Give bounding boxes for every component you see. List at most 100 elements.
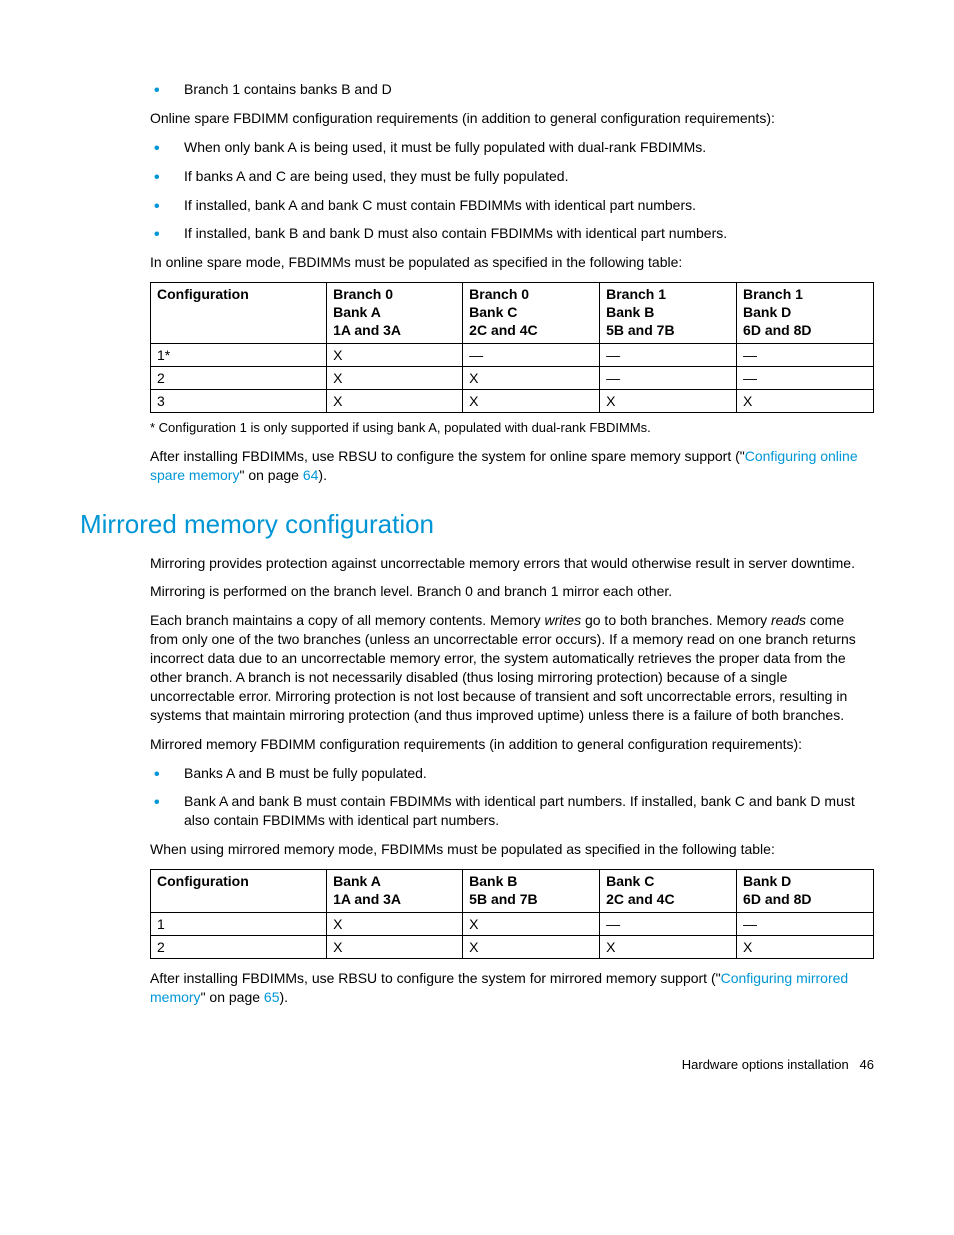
header-line: Bank B: [606, 304, 730, 320]
italic-text: writes: [545, 612, 582, 628]
list-item: Banks A and B must be fully populated.: [150, 764, 874, 783]
bullet-list: Branch 1 contains banks B and D: [150, 80, 874, 99]
header-line: Branch 0: [469, 286, 593, 302]
document-page: Branch 1 contains banks B and D Online s…: [0, 0, 954, 1112]
list-item: If installed, bank B and bank D must als…: [150, 224, 874, 243]
table-cell: —: [600, 913, 737, 936]
list-item: If installed, bank A and bank C must con…: [150, 196, 874, 215]
table-cell: X: [327, 344, 463, 367]
header-line: Bank B: [469, 873, 593, 889]
table-cell: X: [463, 913, 600, 936]
text: After installing FBDIMMs, use RBSU to co…: [150, 970, 721, 986]
footer-section-text: Hardware options installation: [682, 1057, 849, 1072]
table-cell: X: [463, 936, 600, 959]
table-cell: —: [737, 344, 874, 367]
table-cell: X: [463, 367, 600, 390]
header-line: Bank A: [333, 304, 456, 320]
table-cell: 2: [151, 936, 327, 959]
paragraph: When using mirrored memory mode, FBDIMMs…: [150, 840, 874, 859]
paragraph: After installing FBDIMMs, use RBSU to co…: [150, 969, 874, 1007]
paragraph: Each branch maintains a copy of all memo…: [150, 611, 874, 724]
table-cell: X: [327, 936, 463, 959]
table-cell: X: [737, 390, 874, 413]
list-item: When only bank A is being used, it must …: [150, 138, 874, 157]
table-header: Configuration: [151, 870, 327, 913]
table-cell: X: [737, 936, 874, 959]
header-line: 2C and 4C: [469, 322, 593, 338]
header-line: Branch 1: [743, 286, 867, 302]
table-header: Branch 0 Bank A 1A and 3A: [327, 283, 463, 344]
list-item: If banks A and C are being used, they mu…: [150, 167, 874, 186]
text: Each branch maintains a copy of all memo…: [150, 612, 545, 628]
table-cell: 3: [151, 390, 327, 413]
text: ).: [280, 989, 289, 1005]
header-line: 2C and 4C: [606, 891, 730, 907]
page-footer: Hardware options installation 46: [80, 1057, 874, 1072]
table-header: Bank B 5B and 7B: [463, 870, 600, 913]
header-line: Bank D: [743, 304, 867, 320]
paragraph: Mirrored memory FBDIMM configuration req…: [150, 735, 874, 754]
table-note: * Configuration 1 is only supported if u…: [150, 419, 874, 437]
table-row: 3 X X X X: [151, 390, 874, 413]
paragraph: Mirroring provides protection against un…: [150, 554, 874, 573]
text: " on page: [239, 467, 302, 483]
online-spare-table: Configuration Branch 0 Bank A 1A and 3A …: [150, 282, 874, 413]
table-row: 1 X X — —: [151, 913, 874, 936]
header-line: Branch 0: [333, 286, 456, 302]
page-ref-link[interactable]: 64: [303, 467, 319, 483]
header-line: Branch 1: [606, 286, 730, 302]
table-cell: —: [737, 913, 874, 936]
table-row: 1* X — — —: [151, 344, 874, 367]
table-header: Configuration: [151, 283, 327, 344]
page-ref-link[interactable]: 65: [264, 989, 280, 1005]
table-header: Branch 1 Bank B 5B and 7B: [600, 283, 737, 344]
table-header-row: Configuration Branch 0 Bank A 1A and 3A …: [151, 283, 874, 344]
table-header: Branch 0 Bank C 2C and 4C: [463, 283, 600, 344]
mirrored-memory-table: Configuration Bank A 1A and 3A Bank B 5B…: [150, 869, 874, 959]
header-line: Bank D: [743, 873, 867, 889]
text: come from only one of the two branches (…: [150, 612, 856, 722]
table-header-row: Configuration Bank A 1A and 3A Bank B 5B…: [151, 870, 874, 913]
header-line: 6D and 8D: [743, 891, 867, 907]
section-title-mirrored-memory: Mirrored memory configuration: [80, 509, 874, 540]
header-line: 6D and 8D: [743, 322, 867, 338]
header-line: Bank C: [469, 304, 593, 320]
table-cell: X: [600, 936, 737, 959]
table-cell: —: [737, 367, 874, 390]
table-cell: X: [327, 913, 463, 936]
table-cell: X: [327, 390, 463, 413]
paragraph: Online spare FBDIMM configuration requir…: [150, 109, 874, 128]
header-line: 1A and 3A: [333, 322, 456, 338]
header-line: 5B and 7B: [469, 891, 593, 907]
table-header: Bank C 2C and 4C: [600, 870, 737, 913]
header-line: Bank C: [606, 873, 730, 889]
paragraph: Mirroring is performed on the branch lev…: [150, 582, 874, 601]
text: After installing FBDIMMs, use RBSU to co…: [150, 448, 745, 464]
list-item: Bank A and bank B must contain FBDIMMs w…: [150, 792, 874, 830]
table-cell: —: [600, 344, 737, 367]
content-block: Branch 1 contains banks B and D Online s…: [150, 80, 874, 485]
table-header: Bank D 6D and 8D: [737, 870, 874, 913]
header-line: Configuration: [157, 286, 320, 302]
text: go to both branches. Memory: [581, 612, 771, 628]
table-cell: X: [327, 367, 463, 390]
bullet-list: When only bank A is being used, it must …: [150, 138, 874, 244]
table-row: 2 X X — —: [151, 367, 874, 390]
table-header: Branch 1 Bank D 6D and 8D: [737, 283, 874, 344]
header-line: 1A and 3A: [333, 891, 456, 907]
header-line: Bank A: [333, 873, 456, 889]
content-block: Mirroring provides protection against un…: [150, 554, 874, 1007]
table-cell: 1: [151, 913, 327, 936]
table-row: 2 X X X X: [151, 936, 874, 959]
table-cell: X: [600, 390, 737, 413]
table-cell: X: [463, 390, 600, 413]
table-cell: —: [600, 367, 737, 390]
header-line: Configuration: [157, 873, 320, 889]
table-header: Bank A 1A and 3A: [327, 870, 463, 913]
paragraph: In online spare mode, FBDIMMs must be po…: [150, 253, 874, 272]
text: " on page: [201, 989, 264, 1005]
paragraph: After installing FBDIMMs, use RBSU to co…: [150, 447, 874, 485]
footer-page-number: 46: [860, 1057, 874, 1072]
table-cell: 2: [151, 367, 327, 390]
italic-text: reads: [771, 612, 806, 628]
